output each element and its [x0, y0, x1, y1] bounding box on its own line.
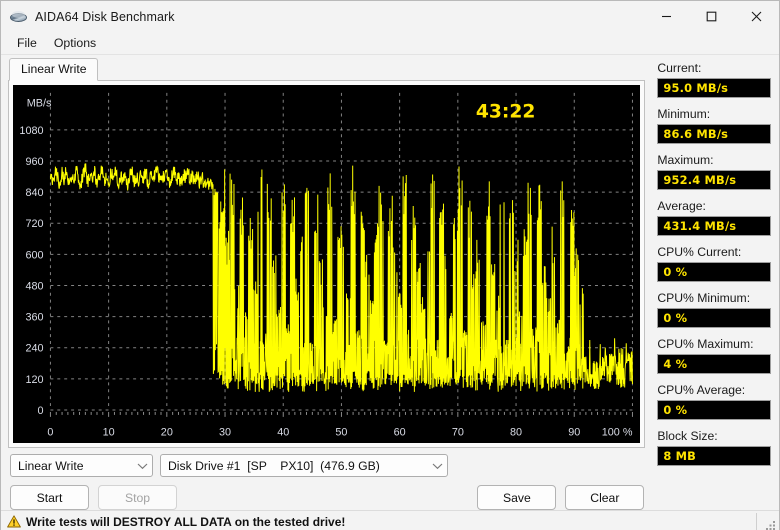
x-tick-label: 30 — [219, 427, 231, 439]
tab-linear-write[interactable]: Linear Write — [9, 58, 99, 81]
x-tick-label: 10 — [103, 427, 115, 439]
y-tick-label: 360 — [25, 312, 43, 324]
stat-cpu-minimum: CPU% Minimum: 0 % — [657, 291, 771, 328]
control-row: Linear Write Disk Drive #1 [SP PX10] (47… — [10, 454, 644, 478]
y-tick-label: 480 — [25, 280, 43, 292]
left-column: Linear Write 0 120 240 360 480 600 720 840 960 10… — [1, 55, 652, 511]
start-button[interactable]: Start — [10, 485, 89, 511]
menu-item-options[interactable]: Options — [46, 34, 105, 53]
x-tick-label: 70 — [452, 427, 464, 439]
stat-cpu-current-label: CPU% Current: — [657, 245, 742, 259]
stat-block-size: Block Size: 8 MB — [657, 429, 771, 466]
stat-maximum-label: Maximum: — [657, 153, 714, 167]
disk-icon — [10, 9, 28, 25]
disk-drive-select[interactable]: Disk Drive #1 [SP PX10] (476.9 GB) — [160, 454, 448, 478]
stat-current-label: Current: — [657, 61, 702, 75]
stats-panel: Current: 95.0 MB/s Minimum: 86.6 MB/s Ma… — [652, 55, 779, 510]
maximize-button[interactable] — [689, 1, 734, 32]
stat-average-value: 431.4 MB/s — [657, 216, 771, 236]
close-button[interactable] — [734, 1, 779, 32]
status-separator — [756, 513, 757, 530]
aida64-disk-benchmark-window: AIDA64 Disk Benchmark File Options Linea… — [0, 0, 780, 530]
tab-strip: Linear Write — [9, 58, 652, 81]
y-tick-label: 840 — [25, 187, 43, 199]
stat-maximum-value: 952.4 MB/s — [657, 170, 771, 190]
stat-minimum-value: 86.6 MB/s — [657, 124, 771, 144]
chevron-down-icon — [96, 445, 148, 487]
stat-maximum: Maximum: 952.4 MB/s — [657, 153, 771, 190]
tab-page: 0 120 240 360 480 600 720 840 960 1080 0 10 20 30 40 5… — [8, 80, 646, 449]
y-tick-label: 240 — [25, 343, 43, 355]
minimize-button[interactable] — [644, 1, 689, 32]
stat-cpu-average-value: 0 % — [657, 400, 771, 420]
window-title: AIDA64 Disk Benchmark — [35, 9, 175, 24]
stat-current-value: 95.0 MB/s — [657, 78, 771, 98]
x-tick-label: 60 — [394, 427, 406, 439]
x-tick-label: 20 — [161, 427, 173, 439]
stat-block-size-value: 8 MB — [657, 446, 771, 466]
stat-cpu-average-label: CPU% Average: — [657, 383, 746, 397]
y-tick-label: 600 — [25, 249, 43, 261]
chart-svg: 0 120 240 360 480 600 720 840 960 1080 0 10 20 30 40 5… — [13, 85, 641, 444]
main-content: Linear Write 0 120 240 360 480 600 720 840 960 10… — [1, 55, 779, 511]
button-row: Start Stop Save Clear — [10, 485, 645, 511]
window-controls — [644, 1, 779, 32]
x-tick-label: 90 — [568, 427, 580, 439]
benchmark-mode-select[interactable]: Linear Write — [10, 454, 153, 478]
benchmark-mode-value: Linear Write — [18, 458, 84, 473]
disk-drive-value: Disk Drive #1 [SP PX10] (476.9 GB) — [168, 458, 380, 473]
stop-button[interactable]: Stop — [98, 485, 177, 511]
stat-cpu-maximum-label: CPU% Maximum: — [657, 337, 754, 351]
stat-cpu-minimum-label: CPU% Minimum: — [657, 291, 751, 305]
stat-average-label: Average: — [657, 199, 706, 213]
chart-y-axis-unit: MB/s — [27, 98, 52, 110]
benchmark-chart: 0 120 240 360 480 600 720 840 960 1080 0 10 20 30 40 5… — [13, 85, 641, 444]
menu-bar: File Options — [1, 32, 779, 55]
y-tick-label: 1080 — [19, 125, 43, 137]
x-tick-label: 80 — [510, 427, 522, 439]
stat-minimum-label: Minimum: — [657, 107, 711, 121]
status-bar: Write tests will DESTROY ALL DATA on the… — [1, 510, 779, 530]
menu-item-file[interactable]: File — [9, 34, 46, 53]
y-tick-label: 120 — [25, 374, 43, 386]
resize-grip[interactable] — [764, 518, 776, 530]
y-tick-label: 720 — [25, 218, 43, 230]
y-tick-label: 0 — [37, 405, 43, 417]
stat-block-size-label: Block Size: — [657, 429, 718, 443]
stat-average: Average: 431.4 MB/s — [657, 199, 771, 236]
status-warning-text: Write tests will DESTROY ALL DATA on the… — [26, 514, 346, 529]
stat-cpu-average: CPU% Average: 0 % — [657, 383, 771, 420]
clear-button[interactable]: Clear — [565, 485, 645, 511]
x-tick-label: 50 — [335, 427, 347, 439]
stat-cpu-maximum-value: 4 % — [657, 354, 771, 374]
stat-cpu-minimum-value: 0 % — [657, 308, 771, 328]
stat-cpu-maximum: CPU% Maximum: 4 % — [657, 337, 771, 374]
chart-elapsed-timer: 43:22 — [476, 101, 536, 122]
chevron-down-icon — [391, 445, 443, 487]
stat-cpu-current-value: 0 % — [657, 262, 771, 282]
stat-current: Current: 95.0 MB/s — [657, 61, 771, 98]
warning-triangle-icon — [7, 515, 21, 528]
x-tick-label: 0 — [47, 427, 53, 439]
x-tick-label: 40 — [277, 427, 289, 439]
stat-minimum: Minimum: 86.6 MB/s — [657, 107, 771, 144]
y-tick-label: 960 — [25, 156, 43, 168]
title-bar: AIDA64 Disk Benchmark — [1, 1, 779, 32]
save-button[interactable]: Save — [477, 485, 557, 511]
x-tick-label: 100 % — [602, 427, 633, 439]
stat-cpu-current: CPU% Current: 0 % — [657, 245, 771, 282]
